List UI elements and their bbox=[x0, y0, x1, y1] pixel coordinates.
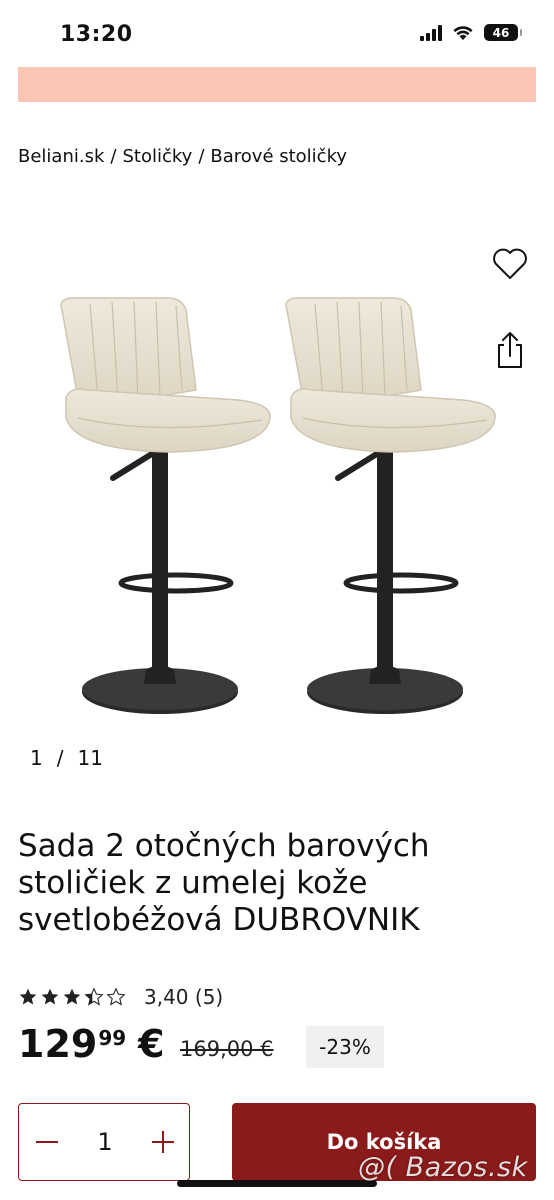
promo-banner[interactable] bbox=[18, 67, 536, 102]
battery-icon: 46 bbox=[484, 24, 522, 41]
breadcrumb-home[interactable]: Beliani.sk bbox=[18, 146, 104, 167]
breadcrumb-separator: / bbox=[198, 146, 205, 167]
home-indicator[interactable] bbox=[177, 1180, 377, 1187]
price-main: 129 bbox=[18, 1022, 98, 1066]
rating-text: 3,40 (5) bbox=[144, 985, 224, 1009]
breadcrumb: Beliani.sk / Stoličky / Barové stoličky bbox=[18, 146, 347, 167]
star-full-icon bbox=[63, 988, 81, 1005]
wifi-icon bbox=[453, 26, 473, 40]
product-rating[interactable]: 3,40 (5) bbox=[18, 985, 223, 1009]
product-image[interactable] bbox=[18, 240, 536, 740]
current-price: 129 99 € bbox=[18, 1020, 165, 1068]
battery-level: 46 bbox=[492, 25, 510, 40]
breadcrumb-separator: / bbox=[110, 146, 117, 167]
status-time: 13:20 bbox=[60, 22, 133, 47]
old-price: 169,00 € bbox=[180, 1037, 274, 1061]
star-full-icon bbox=[19, 988, 37, 1005]
quantity-value[interactable]: 1 bbox=[79, 1118, 131, 1166]
star-full-icon bbox=[41, 988, 59, 1005]
watermark: @( Bazos.sk bbox=[358, 1152, 528, 1183]
star-partial-icon bbox=[84, 987, 104, 1006]
breadcrumb-bar-stools[interactable]: Barové stoličky bbox=[210, 146, 347, 167]
rating-stars bbox=[18, 987, 126, 1007]
quantity-decrease-button[interactable] bbox=[25, 1118, 69, 1166]
breadcrumb-chairs[interactable]: Stoličky bbox=[122, 146, 192, 167]
status-icons: 46 bbox=[420, 24, 522, 41]
price-cents: 99 bbox=[98, 1026, 127, 1050]
price-currency: € bbox=[138, 1022, 165, 1066]
gallery-total: 11 bbox=[77, 746, 103, 770]
heart-icon[interactable] bbox=[490, 244, 530, 284]
signal-icon bbox=[420, 24, 442, 41]
gallery-counter: 1 / 11 bbox=[30, 746, 103, 770]
plus-icon bbox=[152, 1131, 174, 1153]
star-empty-icon bbox=[106, 987, 126, 1006]
gallery-separator: / bbox=[56, 746, 64, 770]
minus-icon bbox=[36, 1141, 58, 1143]
share-icon[interactable] bbox=[493, 330, 527, 370]
gallery-current: 1 bbox=[30, 746, 43, 770]
discount-badge: -23% bbox=[306, 1026, 384, 1068]
quantity-stepper: 1 bbox=[18, 1103, 190, 1181]
product-title: Sada 2 otočných barových stoličiek z ume… bbox=[18, 828, 430, 938]
quantity-increase-button[interactable] bbox=[141, 1118, 185, 1166]
